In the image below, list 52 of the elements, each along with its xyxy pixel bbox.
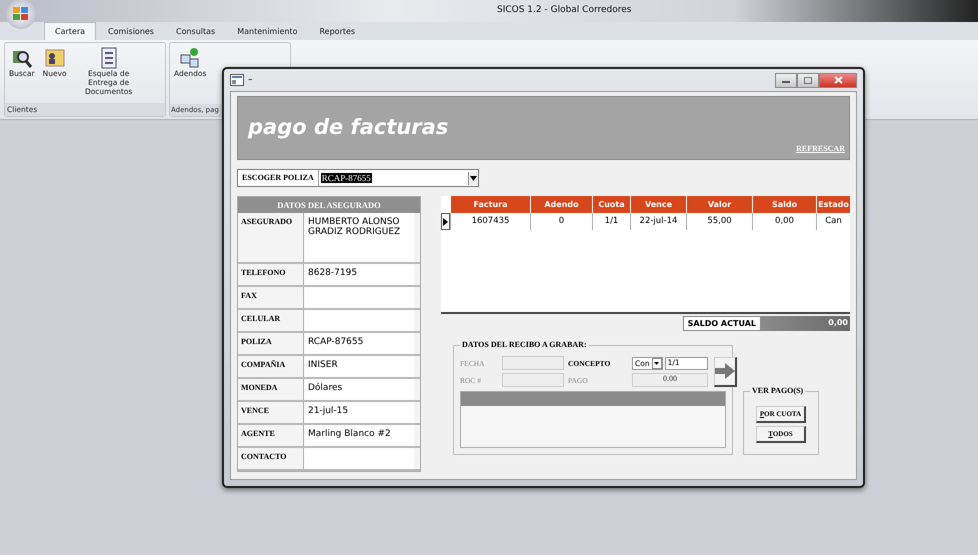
column-header: Cuota xyxy=(592,196,630,213)
minimize-button[interactable] xyxy=(775,72,797,88)
dropdown-arrow-icon xyxy=(654,362,660,364)
receipt-number-field[interactable] xyxy=(502,373,564,387)
field-value: 21-jul-15 xyxy=(304,402,414,423)
section-header: DATOS DEL ASEGURADO xyxy=(238,197,420,213)
column-header: Estado xyxy=(816,196,850,213)
column-header: Saldo xyxy=(752,196,816,213)
column-header: Vence xyxy=(630,196,686,213)
policy-combo[interactable]: RCAP-87655 xyxy=(318,170,478,186)
group-title: DATOS DEL RECIBO A GRABAR: xyxy=(460,340,589,349)
maximize-icon xyxy=(804,76,812,84)
table-cell: 1607435 xyxy=(450,213,530,230)
app-menu-orb[interactable] xyxy=(6,0,36,29)
column-header: Valor xyxy=(686,196,752,213)
right-arrow-icon xyxy=(715,363,735,379)
close-icon xyxy=(834,76,842,84)
ribbon-tab[interactable]: Cartera xyxy=(44,22,96,40)
field-value: 8628-7195 xyxy=(304,264,414,285)
row-pointer-icon xyxy=(443,218,448,226)
table-cell: 0 xyxy=(530,213,592,230)
table-cell: 0,00 xyxy=(752,213,816,230)
table-cell: 22-jul-14 xyxy=(630,213,686,230)
column-header: Adendo xyxy=(530,196,592,213)
row-selector[interactable] xyxy=(441,213,450,230)
column-header: Factura xyxy=(450,196,530,213)
date-field[interactable] xyxy=(502,356,564,370)
field-value: Dólares xyxy=(304,379,414,400)
field-value: RCAP-87655 xyxy=(304,333,414,354)
form-heading: pago de facturas xyxy=(248,115,448,139)
ribbon-tab[interactable]: Reportes xyxy=(309,22,366,40)
close-button[interactable] xyxy=(819,72,857,88)
field-label: SALDO ACTUAL xyxy=(682,316,761,331)
dialog-title: – xyxy=(248,75,252,85)
form-icon xyxy=(230,74,244,86)
contact-card-icon xyxy=(44,47,66,69)
field-value: Marling Blanco #2 xyxy=(304,425,414,446)
ribbon-tab[interactable]: Mantenimiento xyxy=(227,22,308,40)
ribbon-tab[interactable]: Comisiones xyxy=(98,22,164,40)
group-title: VER PAGO(S) xyxy=(750,386,806,395)
table-cell: 1/1 xyxy=(592,213,630,230)
dropdown-arrow-icon xyxy=(470,176,477,180)
field-value: INISER xyxy=(304,356,414,377)
table-cell: 55,00 xyxy=(686,213,752,230)
apply-button[interactable] xyxy=(714,356,737,386)
maximize-button[interactable] xyxy=(797,72,819,88)
field-label: ESCOGER POLIZA xyxy=(238,170,319,186)
window-title: SICOS 1.2 - Global Corredores xyxy=(497,5,632,15)
balance-value: 0,00 xyxy=(761,316,850,331)
table-cell: Can xyxy=(816,213,850,230)
ribbon-tab[interactable]: Consultas xyxy=(166,22,226,40)
field-value: HUMBERTO ALONSO GRADIZ RODRIGUEZ xyxy=(304,213,414,262)
